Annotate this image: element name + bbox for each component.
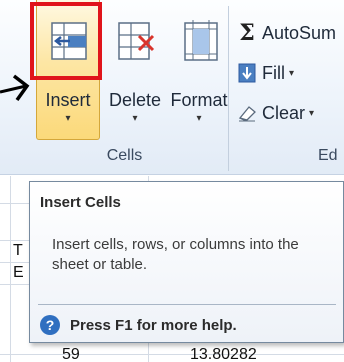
delete-label: Delete	[108, 90, 162, 110]
delete-button[interactable]: Delete ▾	[104, 0, 166, 140]
fill-button[interactable]: Fill ▾	[236, 62, 294, 84]
chevron-down-icon: ▾	[309, 107, 315, 119]
fill-down-icon	[236, 62, 258, 84]
sigma-icon: Σ	[239, 20, 255, 46]
insert-cells-tooltip: Insert Cells Insert cells, rows, or colu…	[29, 181, 344, 343]
clear-button[interactable]: Clear ▾	[236, 102, 314, 124]
tooltip-body: Insert cells, rows, or columns into the …	[52, 236, 299, 273]
help-text: Press F1 for more help.	[70, 316, 237, 334]
cell-value[interactable]: 13.80282	[190, 346, 257, 362]
cell-fragment-t[interactable]: T	[13, 242, 23, 260]
tooltip-help: ? Press F1 for more help.	[40, 315, 237, 335]
column-line	[10, 176, 11, 362]
cells-group-label: Cells	[106, 147, 143, 164]
group-separator	[228, 6, 229, 171]
format-cells-icon	[184, 20, 218, 61]
cell-value[interactable]: 59	[62, 346, 80, 362]
editing-group: Σ AutoSum Fill ▾ Clear ▾ Ed	[230, 0, 344, 175]
chevron-down-icon: ▾	[132, 113, 138, 124]
tooltip-title: Insert Cells	[40, 194, 121, 211]
chevron-down-icon: ▾	[289, 67, 295, 79]
autosum-button[interactable]: Σ AutoSum	[236, 20, 337, 46]
chevron-down-icon: ▾	[196, 113, 202, 124]
chevron-down-icon: ▾	[65, 113, 71, 124]
highlight-box	[30, 2, 102, 80]
delete-cells-icon	[118, 22, 155, 60]
row-line	[0, 354, 344, 355]
tooltip-divider	[38, 304, 336, 305]
format-button[interactable]: Format ▾	[168, 0, 230, 140]
cell-fragment-ex[interactable]: E	[13, 264, 24, 282]
eraser-icon	[236, 102, 258, 124]
cells-group: Insert ▾ Delete ▾ Format ▾ Cells	[22, 0, 230, 175]
format-label: Format	[170, 90, 228, 110]
help-icon: ?	[40, 315, 60, 335]
clear-label: Clear	[262, 102, 306, 123]
insert-label: Insert	[45, 90, 91, 110]
autosum-label: AutoSum	[262, 22, 337, 43]
editing-group-label: Ed	[318, 147, 338, 164]
fill-label: Fill	[262, 62, 285, 83]
ribbon: Insert ▾ Delete ▾ Format ▾ Cells Σ AutoS…	[0, 0, 344, 175]
